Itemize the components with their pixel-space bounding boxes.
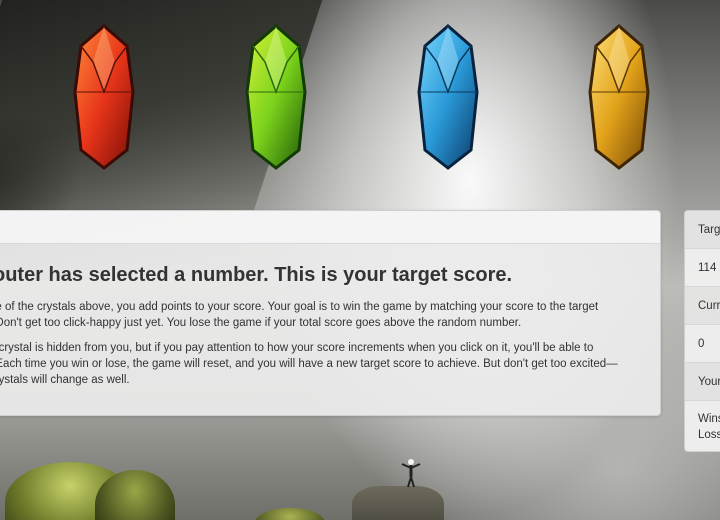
instructions-title: outer has selected a number. This is you… [0, 264, 513, 286]
game-scene: outer has selected a number. This is you… [0, 0, 720, 520]
blue-crystal[interactable] [413, 22, 483, 172]
red-crystal[interactable] [69, 22, 139, 172]
red-crystal-icon [73, 24, 135, 170]
current-score-value: 0 [698, 337, 705, 350]
wins-label: Wins [698, 413, 720, 425]
current-score-label: Curr [685, 286, 720, 325]
scoreboard-panel: Targ 114 Curr 0 Your Wins Loss [684, 210, 720, 452]
instructions-line: ne of the crystals above, you add points… [0, 301, 599, 313]
instructions-line: ! Don't get too click-happy just yet. Yo… [0, 317, 522, 329]
instructions-line: crystals will change as well. [0, 374, 130, 386]
panel-heading [0, 211, 660, 244]
record-label: Your [685, 362, 720, 401]
yellow-crystal[interactable] [584, 22, 654, 172]
target-score-value: 114 [698, 261, 717, 274]
instructions-panel: outer has selected a number. This is you… [0, 210, 661, 416]
target-score-label: Targ [685, 211, 720, 249]
yellow-crystal-icon [588, 24, 650, 170]
instructions-line: h crystal is hidden from you, but if you… [0, 342, 594, 354]
instructions-paragraph-2: h crystal is hidden from you, but if you… [0, 340, 660, 388]
instructions-paragraph-1: ne of the crystals above, you add points… [0, 299, 660, 331]
mossy-rock [255, 508, 325, 520]
blue-crystal-icon [417, 24, 479, 170]
losses-label: Loss [698, 429, 720, 441]
rock-pillar [352, 486, 444, 520]
wins-losses: Wins Loss [685, 401, 720, 451]
green-crystal[interactable] [241, 22, 311, 172]
person-silhouette [400, 458, 422, 493]
instructions-line: . Each time you win or lose, the game wi… [0, 358, 618, 370]
green-crystal-icon [245, 24, 307, 170]
